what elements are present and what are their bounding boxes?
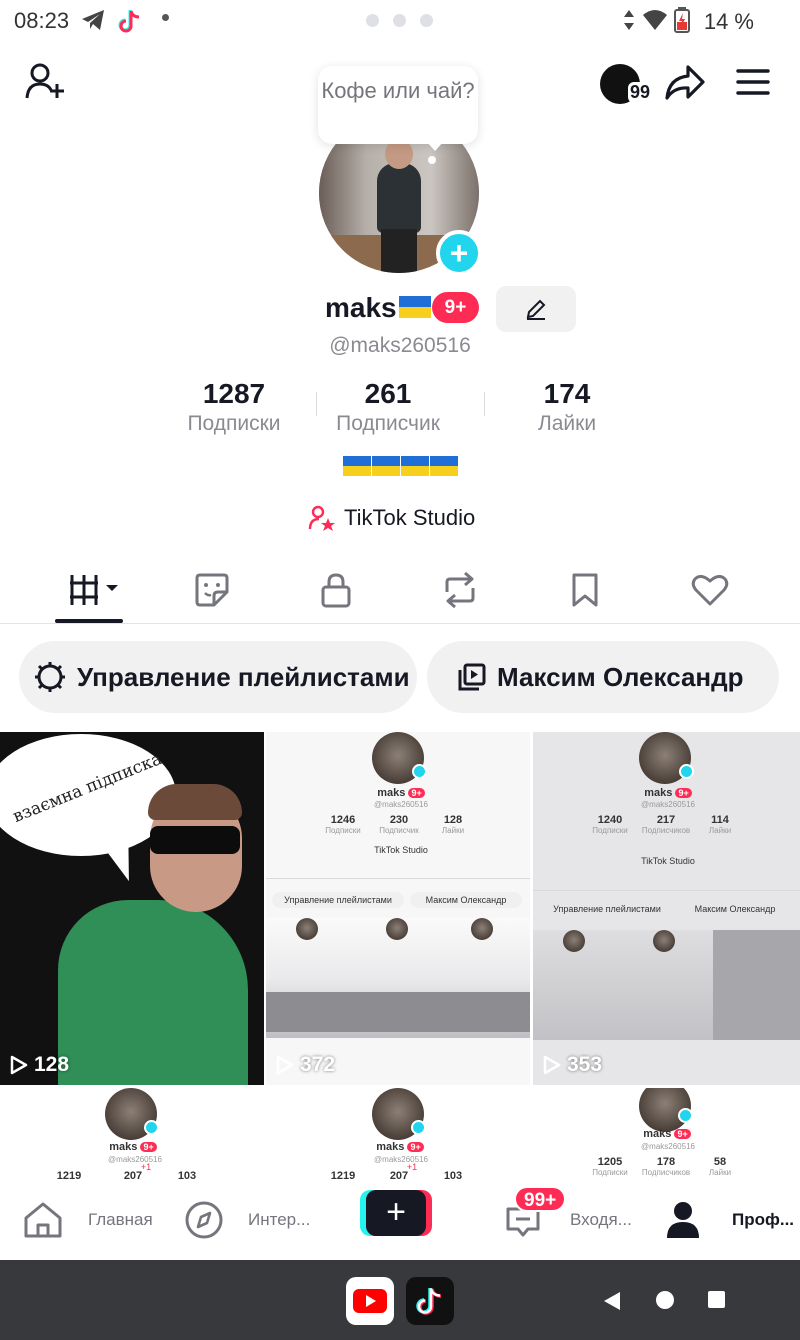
profile-tabs: [0, 562, 800, 624]
boy-shirt: [58, 900, 248, 1085]
stat-following[interactable]: 1287 Подписки: [154, 378, 314, 436]
nav-home[interactable]: Главная: [22, 1180, 153, 1260]
video-thumbnail[interactable]: взаємна підписка 128: [0, 732, 264, 1085]
divider: [484, 392, 485, 416]
home-circle-icon[interactable]: [656, 1291, 674, 1309]
repost-icon: [445, 572, 475, 608]
view-count: 128: [10, 1053, 69, 1077]
menu-icon[interactable]: [736, 68, 770, 101]
ukraine-flag-icon: [398, 296, 431, 318]
gear-icon: [35, 662, 65, 692]
username: @maks260516: [329, 334, 471, 357]
home-icon: [24, 1202, 62, 1238]
tab-stickers[interactable]: [182, 570, 242, 610]
inbox-badge: 99+: [514, 1186, 567, 1212]
stat-likes[interactable]: 174 Лайки: [487, 378, 647, 436]
bottom-nav: Главная Интер... + Входя... 99+ Проф...: [0, 1180, 800, 1260]
lock-icon: [321, 573, 351, 608]
tiktok-studio-link[interactable]: TikTok Studio: [308, 505, 475, 531]
profile-screenshot-preview: maks 9+ @maks260516 1246 230 128 Подписк…: [266, 732, 530, 1085]
status-bar: 08:23 14 %: [0, 0, 800, 42]
share-icon[interactable]: [664, 64, 706, 107]
ukraine-flag-icon: [342, 456, 371, 476]
wifi-icon: [642, 9, 668, 36]
create-button[interactable]: +: [360, 1190, 432, 1236]
stat-followers[interactable]: 261 Подписчик: [308, 378, 468, 436]
heart-icon: [691, 574, 729, 606]
playlist-icon: [458, 663, 486, 691]
note-text: Кофе или чай?: [321, 78, 475, 103]
tiktok-app-icon[interactable]: [406, 1277, 454, 1325]
video-thumbnail[interactable]: maks 9+ @maks260516 1246 230 128 Подписк…: [266, 732, 530, 1085]
video-thumbnail[interactable]: maks 9+ @maks260516 1205 178 58 Подписки…: [533, 1088, 800, 1188]
tab-videos[interactable]: [62, 570, 122, 610]
battery-percent: 14 %: [703, 9, 754, 34]
ukraine-flag-icon: [371, 456, 400, 476]
pencil-icon: [526, 299, 546, 320]
video-thumbnail[interactable]: maks 9+ @maks260516 1240 217 114 Подписк…: [533, 732, 800, 1085]
display-name: maks: [325, 292, 431, 324]
sticker-icon: [195, 573, 229, 607]
tab-favorites[interactable]: [555, 570, 615, 610]
data-arrows-icon: [622, 8, 636, 37]
back-icon[interactable]: [602, 1290, 622, 1317]
tab-private[interactable]: [306, 570, 366, 610]
youtube-app-icon[interactable]: [346, 1277, 394, 1325]
sunglasses: [150, 826, 240, 854]
ukraine-flag-icon: [400, 456, 429, 476]
studio-user-star-icon: [308, 505, 335, 531]
system-nav-bar: [0, 1260, 800, 1340]
page-indicator: [366, 14, 433, 27]
bio: [342, 456, 458, 476]
note-bubble[interactable]: Кофе или чай?: [318, 66, 478, 144]
tab-reposts[interactable]: [430, 570, 490, 610]
profile-icon: [667, 1202, 699, 1238]
manage-playlists-button[interactable]: Управление плейлистами: [19, 641, 417, 713]
notes-count: 99: [628, 82, 653, 103]
bubble-tail: [426, 141, 444, 151]
video-thumbnail[interactable]: maks 9+ @maks260516 1219 207 +1 103: [266, 1088, 530, 1188]
compass-icon: [185, 1201, 223, 1239]
tab-indicator: [55, 619, 123, 623]
play-icon: [276, 1055, 294, 1075]
videos-icon: [70, 575, 118, 605]
video-thumbnail[interactable]: maks 9+ @maks260516 1219 207 +1 103: [0, 1088, 264, 1188]
dot-icon: [162, 14, 169, 21]
play-icon: [543, 1055, 561, 1075]
view-count: 353: [543, 1053, 602, 1077]
nav-explore[interactable]: Интер...: [184, 1180, 310, 1260]
signal-group: [622, 7, 690, 38]
play-icon: [10, 1055, 28, 1075]
name-row: maks 9+: [0, 290, 800, 332]
clock: 08:23: [14, 8, 70, 33]
battery-icon: [674, 7, 690, 38]
bubble-dot: [428, 156, 436, 164]
tiktok-icon: [116, 7, 142, 40]
name-badge[interactable]: 9+: [432, 292, 479, 323]
tab-liked[interactable]: [680, 570, 740, 610]
view-count: 372: [276, 1053, 335, 1077]
recents-icon[interactable]: [708, 1291, 725, 1308]
ukraine-flag-icon: [429, 456, 458, 476]
nav-profile[interactable]: Проф...: [666, 1180, 794, 1260]
plus-icon: +: [366, 1190, 426, 1236]
add-story-button[interactable]: +: [436, 230, 482, 276]
add-user-icon[interactable]: [24, 62, 68, 102]
edit-profile-button[interactable]: [496, 286, 576, 332]
playlist-chip[interactable]: Максим Олександр: [427, 641, 779, 713]
profile-screenshot-preview: maks 9+ @maks260516 1240 217 114 Подписк…: [533, 732, 800, 1085]
telegram-icon: [80, 8, 106, 37]
notes-button[interactable]: 99: [598, 62, 654, 106]
bookmark-icon: [572, 573, 598, 607]
